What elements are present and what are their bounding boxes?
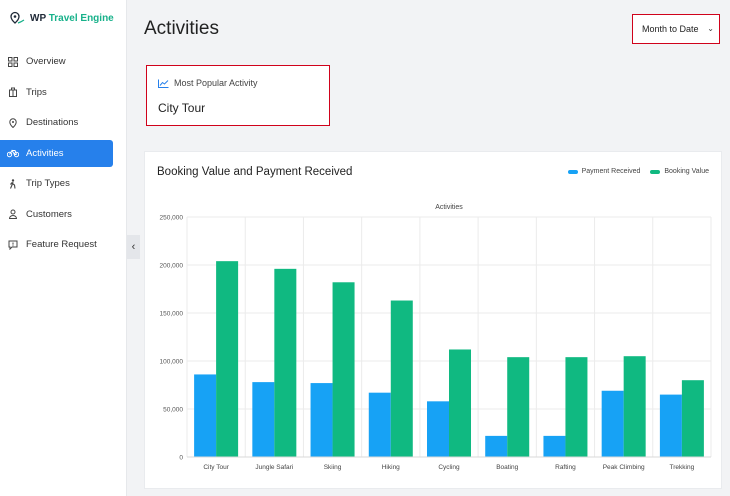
bar-booking-value — [332, 282, 355, 457]
bar-payment-received — [310, 383, 333, 457]
sidebar-item-overview[interactable]: Overview — [0, 48, 113, 75]
brand-name: WP Travel Engine — [30, 12, 114, 24]
most-popular-label-row: Most Popular Activity — [158, 78, 258, 88]
y-tick-label: 200,000 — [160, 263, 184, 270]
sidebar-item-trips[interactable]: Trips — [0, 79, 113, 106]
sidebar-item-trip-types[interactable]: Trip Types — [0, 170, 113, 197]
bicycle-icon — [7, 147, 19, 159]
collapse-sidebar-button[interactable]: ‹ — [127, 235, 140, 259]
bar-payment-received — [252, 382, 275, 457]
x-tick-label: Boating — [496, 464, 518, 471]
sidebar-nav: Overview Trips Destinations Activities T… — [0, 48, 127, 262]
bar-payment-received — [368, 392, 391, 457]
trend-chart-icon — [158, 79, 169, 88]
map-pin-logo-icon — [10, 11, 25, 24]
bar-payment-received — [485, 435, 508, 457]
x-tick-label: Skiing — [324, 464, 342, 471]
y-tick-label: 250,000 — [160, 215, 184, 222]
x-tick-label: Trekking — [670, 464, 695, 471]
briefcase-icon — [7, 86, 19, 98]
chat-icon — [7, 239, 19, 251]
y-tick-label: 100,000 — [160, 359, 184, 366]
bar-booking-value — [623, 356, 646, 457]
sidebar-item-label: Feature Request — [26, 239, 97, 250]
page-title: Activities — [144, 18, 219, 39]
chevron-down-icon: ⌄ — [707, 24, 714, 33]
bar-payment-received — [543, 435, 566, 457]
x-tick-label: Cycling — [438, 464, 460, 471]
date-range-value: Month to Date — [642, 24, 699, 34]
chevron-left-icon: ‹ — [131, 241, 136, 253]
x-tick-label: Peak Climbing — [603, 464, 645, 471]
bar-booking-value — [274, 268, 297, 457]
bar-booking-value — [390, 300, 413, 457]
bar-booking-value — [507, 357, 530, 457]
x-tick-label: Hiking — [382, 464, 400, 471]
bar-booking-value — [565, 357, 588, 457]
x-tick-label: Rafting — [555, 464, 576, 471]
sidebar: WP Travel Engine Overview Trips Destinat… — [0, 0, 127, 496]
booking-chart-card: Booking Value and Payment Received Payme… — [144, 151, 722, 489]
hiker-icon — [7, 178, 19, 190]
y-tick-label: 150,000 — [160, 311, 184, 318]
map-pin-icon — [7, 117, 19, 129]
most-popular-label: Most Popular Activity — [174, 78, 258, 88]
sidebar-item-label: Overview — [26, 56, 66, 67]
sidebar-item-label: Activities — [26, 147, 64, 159]
bar-payment-received — [427, 401, 449, 457]
date-range-select[interactable]: Month to Date ⌄ — [632, 14, 720, 44]
grid-icon — [7, 56, 19, 68]
bar-booking-value — [449, 349, 471, 457]
sidebar-item-label: Trip Types — [26, 178, 70, 189]
bar-chart: Activities 0 50,000 100,000 150,000 200,000 25… — [160, 204, 712, 471]
sidebar-item-destinations[interactable]: Destinations — [0, 109, 113, 136]
bar-booking-value — [681, 380, 704, 457]
bar-payment-received — [659, 394, 682, 457]
plot-title: Activities — [435, 204, 463, 211]
sidebar-item-label: Trips — [26, 86, 47, 98]
sidebar-item-label: Destinations — [26, 117, 79, 128]
sidebar-item-customers[interactable]: Customers — [0, 201, 113, 228]
sidebar-item-activities[interactable]: Activities — [0, 139, 113, 167]
most-popular-activity-card: Most Popular Activity City Tour — [146, 65, 330, 126]
bar-payment-received — [601, 390, 624, 457]
x-tick-label: City Tour — [203, 464, 229, 471]
sidebar-item-feature-request[interactable]: Feature Request — [0, 231, 113, 258]
brand-logo[interactable]: WP Travel Engine — [9, 11, 114, 25]
most-popular-value: City Tour — [158, 101, 206, 115]
user-icon — [7, 208, 19, 220]
bar-payment-received — [194, 374, 217, 457]
sidebar-item-label: Customers — [26, 208, 72, 220]
y-tick-label: 0 — [179, 455, 183, 462]
y-tick-label: 50,000 — [163, 407, 183, 414]
bar-booking-value — [216, 261, 239, 457]
x-tick-label: Jungle Safari — [255, 464, 293, 471]
